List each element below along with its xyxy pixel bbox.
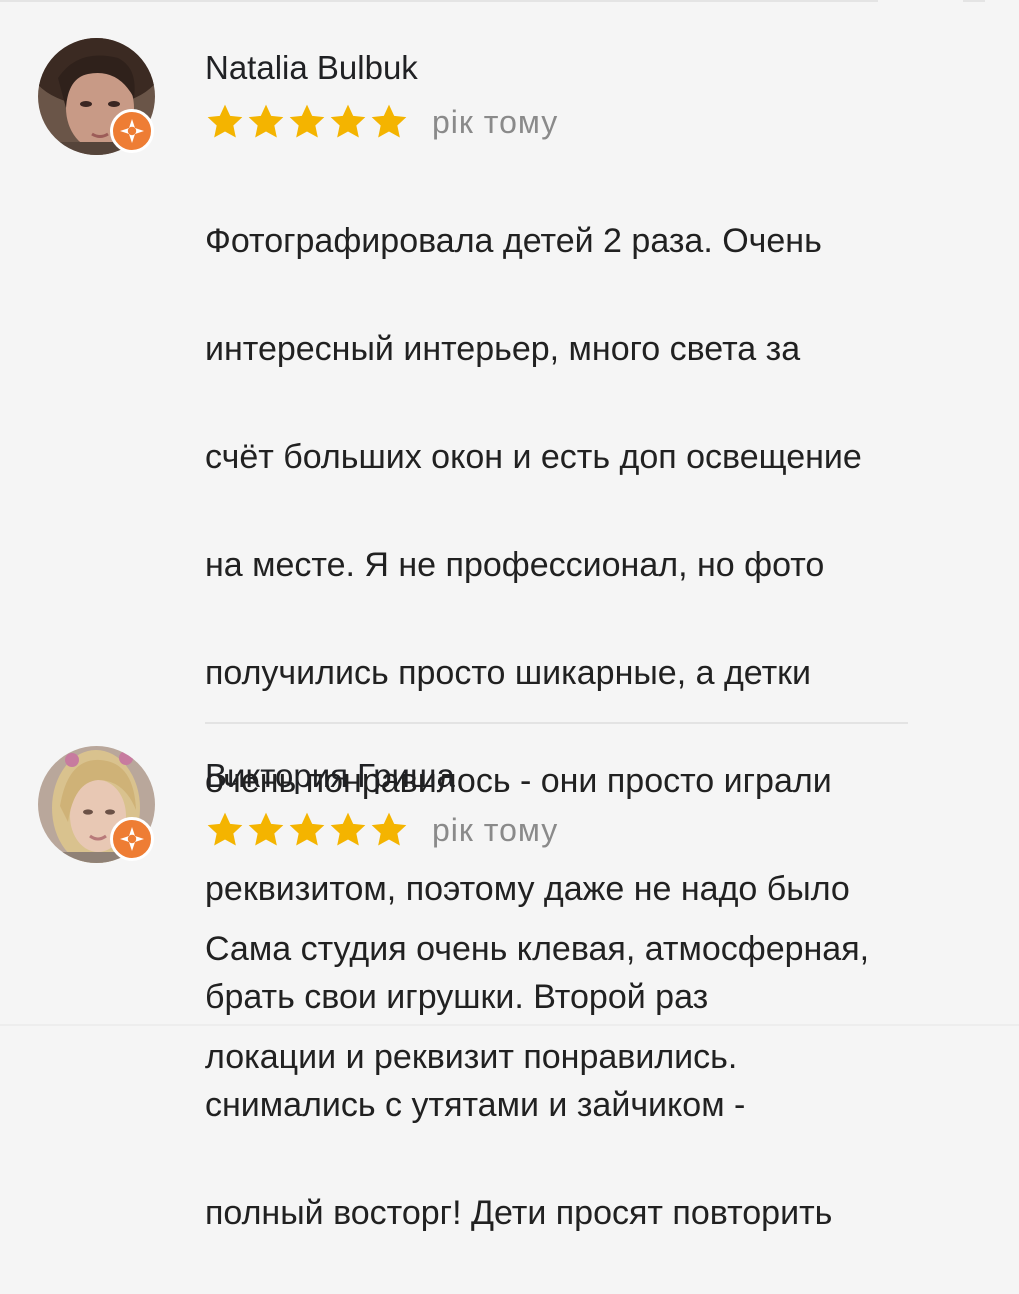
review-time: рік тому: [432, 811, 559, 848]
local-guide-badge-icon: [110, 817, 154, 861]
review-time: рік тому: [432, 103, 559, 140]
star-icon: [328, 810, 368, 850]
review-divider: [205, 722, 908, 724]
local-guide-badge-icon: [110, 109, 154, 153]
review-text-line: получились просто шикарные, а детки: [205, 654, 812, 692]
review-text-line: Сама студия очень клевая, атмосферная,: [205, 930, 870, 968]
review-text-line: локации и реквизит понравились.: [205, 1038, 738, 1076]
review-text-line: Фотографировала детей 2 раза. Очень: [205, 222, 822, 260]
star-icon: [287, 810, 327, 850]
reviewer-avatar[interactable]: [38, 38, 155, 155]
top-separator: [0, 0, 878, 2]
review-text-line: полный восторг! Дети просят повторить: [205, 1194, 833, 1232]
review-text: Сама студия очень клевая, атмосферная, л…: [205, 868, 995, 1138]
rating-row: рік тому: [205, 100, 558, 144]
reviewer-avatar[interactable]: [38, 746, 155, 863]
star-icon: [369, 810, 409, 850]
top-separator-fragment: [963, 0, 985, 2]
star-icon: [287, 102, 327, 142]
review-text-line: интересный интерьер, много света за: [205, 330, 801, 368]
star-icon: [205, 810, 245, 850]
star-icon: [246, 102, 286, 142]
star-icon: [369, 102, 409, 142]
review-text-line: на месте. Я не профессионал, но фото: [205, 546, 825, 584]
star-icon: [246, 810, 286, 850]
rating-row: рік тому: [205, 808, 558, 852]
reviewer-name[interactable]: Виктория Гриша: [205, 756, 455, 796]
star-rating: [205, 810, 410, 850]
reviewer-name[interactable]: Natalia Bulbuk: [205, 48, 418, 88]
review-text-line: счёт больших окон и есть доп освещение: [205, 438, 862, 476]
star-rating: [205, 102, 410, 142]
star-icon: [205, 102, 245, 142]
star-icon: [328, 102, 368, 142]
